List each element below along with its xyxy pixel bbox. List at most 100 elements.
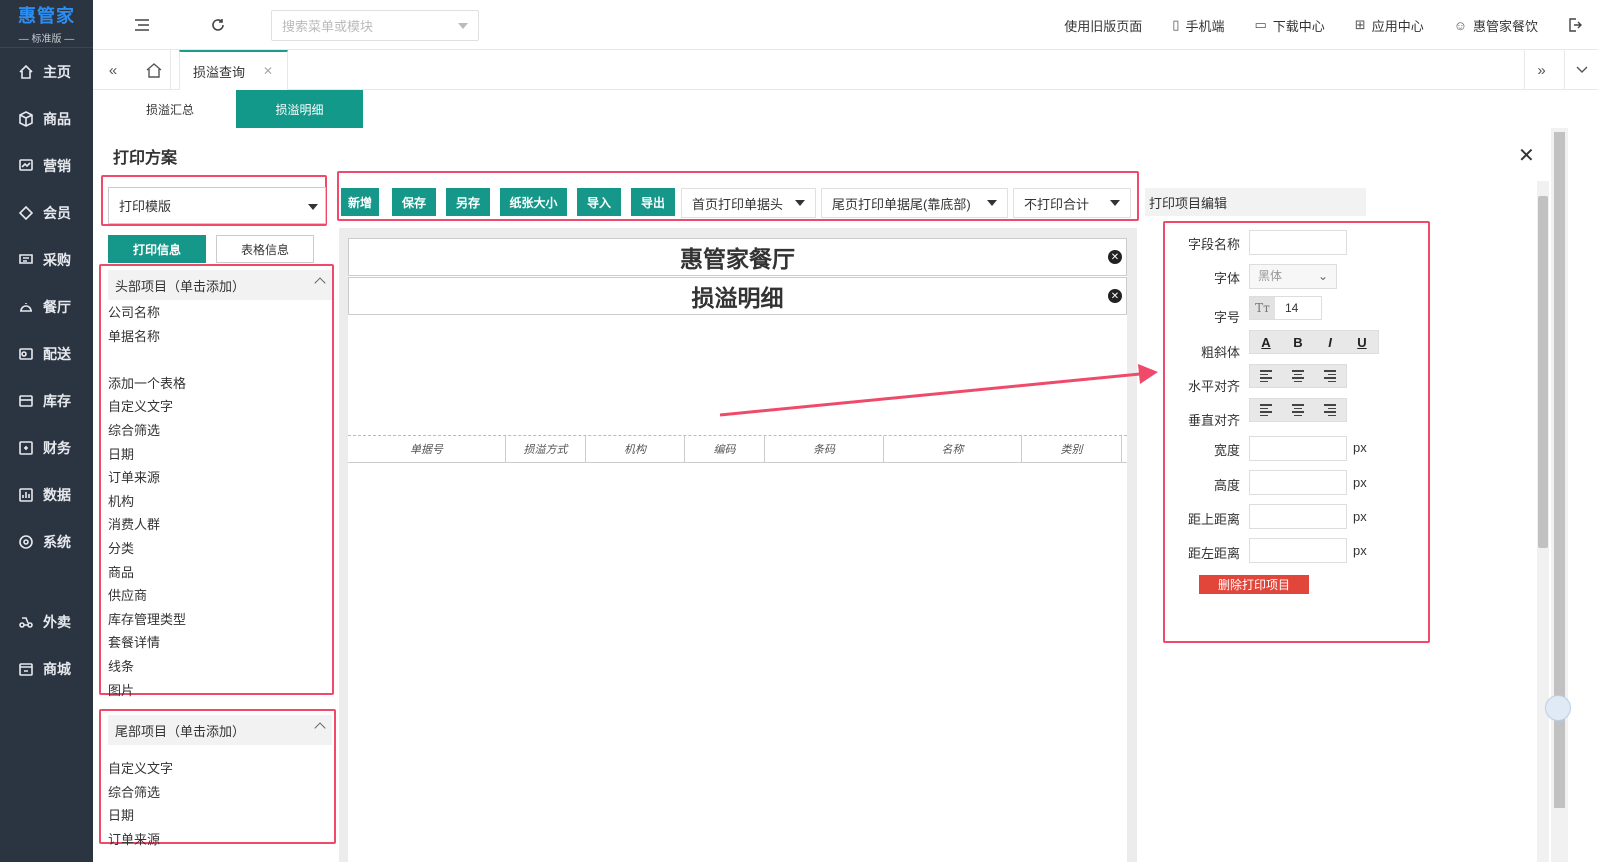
field-name-input[interactable]	[1249, 230, 1347, 255]
sidebar-item-4[interactable]: 采购	[0, 236, 93, 283]
list-item[interactable]: 自定义文字	[108, 395, 186, 419]
font-size-stepper[interactable]: Tт 14	[1249, 296, 1322, 320]
preview-title-row[interactable]: 损溢明细 ✕	[348, 277, 1127, 315]
bold-button[interactable]: B	[1282, 331, 1314, 353]
assistant-float-icon[interactable]	[1545, 695, 1571, 721]
template-select[interactable]: 打印模版	[108, 187, 326, 224]
sidebar-item-5[interactable]: 餐厅	[0, 283, 93, 330]
save-button[interactable]: 保存	[392, 188, 436, 216]
align-right-icon[interactable]	[1314, 365, 1346, 387]
top-link-4[interactable]: ☺ 惠管家餐饮	[1454, 16, 1538, 35]
sidebar-item-8[interactable]: 财务	[0, 424, 93, 471]
sidebar-item-11[interactable]: 外卖	[0, 598, 93, 645]
top-link-1[interactable]: ▯ 手机端	[1172, 16, 1224, 35]
home-tab-icon[interactable]	[137, 50, 171, 90]
underline-button[interactable]: U	[1346, 331, 1378, 353]
remove-item-icon[interactable]: ✕	[1108, 289, 1122, 303]
sidebar-item-3[interactable]: 会员	[0, 189, 93, 236]
top-link-3[interactable]: ⊞ 应用中心	[1355, 16, 1424, 35]
preview-company-row[interactable]: 惠管家餐厅 ✕	[348, 238, 1127, 276]
delete-print-item-button[interactable]: 删除打印项目	[1199, 575, 1309, 594]
height-input[interactable]	[1249, 470, 1347, 495]
sidebar-item-9[interactable]: 数据	[0, 471, 93, 518]
close-tab-icon[interactable]: ✕	[263, 64, 273, 78]
list-item[interactable]: 套餐详情	[108, 631, 186, 655]
header-section-title[interactable]: 头部项目（单击添加）	[108, 270, 332, 300]
list-item[interactable]: 添加一个表格	[108, 372, 186, 396]
align-bottom-icon[interactable]	[1314, 399, 1346, 421]
align-top-icon[interactable]	[1250, 399, 1282, 421]
scrollbar-thumb[interactable]	[1538, 196, 1548, 548]
list-item[interactable]: 单据名称	[108, 325, 186, 349]
list-item[interactable]: 供应商	[108, 584, 186, 608]
preview-column-header[interactable]: 编码	[685, 436, 765, 462]
preview-column-header[interactable]: 单据号	[348, 436, 506, 462]
menu-search-input[interactable]: 搜索菜单或模块	[271, 10, 479, 41]
list-item[interactable]: 机构	[108, 490, 186, 514]
list-item[interactable]: 日期	[108, 443, 186, 467]
left-distance-input[interactable]	[1249, 538, 1347, 563]
list-item[interactable]: 分类	[108, 537, 186, 561]
tabs-collapse-left-icon[interactable]: «	[99, 50, 127, 90]
panel-scrollbar[interactable]	[1537, 181, 1549, 862]
import-button[interactable]: 导入	[577, 188, 621, 216]
italic-button[interactable]: I	[1314, 331, 1346, 353]
page-scrollbar[interactable]	[1551, 128, 1568, 862]
preview-column-header[interactable]: 损溢方式	[506, 436, 586, 462]
list-item[interactable]: 商品	[108, 561, 186, 585]
align-left-icon[interactable]	[1250, 365, 1282, 387]
total-print-select[interactable]: 不打印合计	[1013, 188, 1131, 218]
remove-item-icon[interactable]: ✕	[1108, 250, 1122, 264]
chevron-up-icon[interactable]	[314, 722, 326, 734]
close-panel-icon[interactable]: ✕	[1518, 143, 1535, 168]
list-item[interactable]: 消费人群	[108, 513, 186, 537]
tabs-scroll-right-icon[interactable]: »	[1524, 50, 1558, 90]
footer-section-title[interactable]: 尾部项目（单击添加）	[108, 715, 332, 745]
paper-size-button[interactable]: 纸张大小	[500, 188, 567, 216]
sidebar-item-12[interactable]: 商城	[0, 645, 93, 692]
first-page-header-select[interactable]: 首页打印单据头	[681, 188, 816, 218]
list-item[interactable]: 自定义文字	[108, 757, 173, 781]
subtab-loss-summary[interactable]: 损溢汇总	[130, 90, 210, 128]
export-button[interactable]: 导出	[631, 188, 675, 216]
align-center-icon[interactable]	[1282, 365, 1314, 387]
align-middle-icon[interactable]	[1282, 399, 1314, 421]
list-item[interactable]: 图片	[108, 679, 186, 703]
preview-column-header[interactable]: 条码	[765, 436, 884, 462]
subtab-loss-detail[interactable]: 损溢明细	[236, 90, 363, 128]
preview-column-header[interactable]: 机构	[586, 436, 685, 462]
save-as-button[interactable]: 另存	[446, 188, 490, 216]
list-item[interactable]: 综合筛选	[108, 419, 186, 443]
menu-toggle-icon[interactable]	[129, 12, 155, 38]
print-info-button[interactable]: 打印信息	[108, 235, 206, 263]
logout-icon[interactable]	[1568, 18, 1582, 32]
top-distance-input[interactable]	[1249, 504, 1347, 529]
list-item[interactable]: 线条	[108, 655, 186, 679]
list-item[interactable]: 综合筛选	[108, 781, 173, 805]
refresh-icon[interactable]	[205, 12, 231, 38]
list-item[interactable]: 日期	[108, 804, 173, 828]
new-button[interactable]: 新增	[341, 188, 379, 216]
tab-loss-query[interactable]: 损溢查询 ✕	[179, 50, 288, 90]
preview-column-header[interactable]: 类别	[1022, 436, 1122, 462]
sidebar-item-7[interactable]: 库存	[0, 377, 93, 424]
top-link-0[interactable]: 使用旧版页面	[1064, 16, 1142, 35]
text-color-button[interactable]: A	[1250, 331, 1282, 353]
table-info-button[interactable]: 表格信息	[216, 235, 314, 263]
list-item[interactable]: 订单来源	[108, 828, 173, 852]
last-page-footer-select[interactable]: 尾页打印单据尾(靠底部)	[821, 188, 1008, 218]
sidebar-item-6[interactable]: 配送	[0, 330, 93, 377]
preview-column-header[interactable]: 名称	[884, 436, 1022, 462]
font-select[interactable]: 黑体 ⌄	[1249, 264, 1337, 289]
list-item[interactable]: 公司名称	[108, 301, 186, 325]
tabs-menu-chevron-icon[interactable]	[1564, 50, 1598, 90]
top-link-2[interactable]: ▭ 下载中心	[1254, 16, 1324, 35]
preview-table-header[interactable]: 单据号 损溢方式 机构 编码 条码 名称 类别	[348, 435, 1127, 463]
sidebar-item-1[interactable]: 商品	[0, 95, 93, 142]
list-item[interactable]: 库存管理类型	[108, 608, 186, 632]
chevron-up-icon[interactable]	[314, 277, 326, 289]
sidebar-item-2[interactable]: 营销	[0, 142, 93, 189]
width-input[interactable]	[1249, 436, 1347, 461]
sidebar-item-0[interactable]: 主页	[0, 48, 93, 95]
sidebar-item-10[interactable]: 系统	[0, 518, 93, 565]
